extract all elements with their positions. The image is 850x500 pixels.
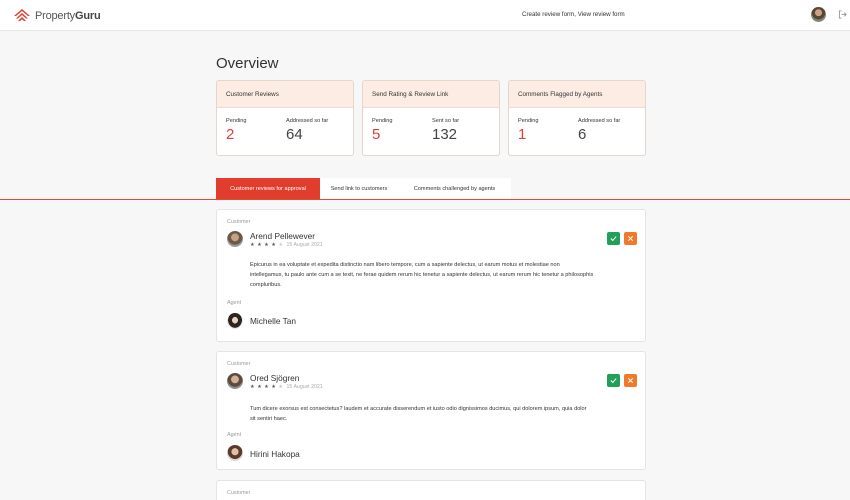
- agent-avatar: [227, 445, 243, 461]
- stat-value: 2: [226, 126, 235, 143]
- star-rating: ★ ★ ★ ★ ★ 15 August 2021: [250, 384, 323, 390]
- customer-label: Customer: [227, 490, 251, 496]
- tab-challenged-comments[interactable]: Comments challenged by agents: [398, 178, 511, 199]
- card-title: Comments Flagged by Agents: [509, 81, 645, 108]
- stat-label: Pending: [372, 118, 393, 124]
- customer-reviews-card: Customer Reviews Pending 2 Addressed so …: [216, 80, 354, 156]
- stat-label: Sent so far: [432, 118, 460, 124]
- review-card: Customer Ored Sjögren ★ ★ ★ ★ ★ 15 August…: [216, 351, 646, 470]
- review-form-links[interactable]: Create review form, View review form: [522, 11, 625, 18]
- close-icon: [627, 235, 634, 242]
- review-date: 15 August 2021: [286, 242, 323, 248]
- star-rating: ★ ★ ★ ★ ★ 15 August 2021: [250, 242, 323, 248]
- close-icon: [627, 377, 634, 384]
- logout-icon[interactable]: [838, 10, 847, 19]
- stat-label: Pending: [226, 118, 247, 124]
- agent-label: Agent: [227, 300, 242, 306]
- reject-button[interactable]: [624, 374, 637, 387]
- stat-value: 6: [578, 126, 587, 143]
- agent-avatar: [227, 313, 243, 329]
- check-icon: [610, 378, 617, 384]
- reject-button[interactable]: [624, 232, 637, 245]
- customer-name: Ored Sjögren: [250, 373, 300, 383]
- card-title: Send Rating & Review Link: [363, 81, 499, 108]
- propertyguru-logo[interactable]: PropertyGuru: [13, 8, 101, 24]
- customer-label: Customer: [227, 361, 251, 367]
- customer-label: Customer: [227, 219, 251, 225]
- stat-label: Addressed so far: [578, 118, 621, 124]
- approve-button[interactable]: [607, 374, 620, 387]
- user-avatar[interactable]: [811, 7, 826, 22]
- approve-button[interactable]: [607, 232, 620, 245]
- stat-pending: Pending 5: [372, 118, 393, 143]
- agent-name: Hirini Hakopa: [250, 449, 300, 459]
- agent-name: Michelle Tan: [250, 316, 296, 326]
- stat-addressed: Addressed so far 6: [578, 118, 620, 143]
- customer-name: Arend Pellewever: [250, 231, 316, 241]
- stat-pending: Pending 2: [226, 118, 247, 143]
- review-text: Epicurus in ea voluptate et expedita dis…: [250, 262, 594, 288]
- page-title: Overview: [216, 55, 279, 72]
- stat-label: Pending: [518, 118, 539, 124]
- agent-label: Agent: [227, 432, 242, 438]
- review-date: 15 August 2021: [286, 384, 323, 390]
- tab-customer-reviews[interactable]: Customer reviews for approval: [216, 178, 320, 199]
- top-navigation-bar: PropertyGuru Create review form, View re…: [0, 0, 850, 31]
- stat-value: 64: [286, 126, 303, 143]
- stat-value: 132: [432, 126, 458, 143]
- customer-avatar: [227, 373, 243, 389]
- review-card: Customer: [216, 480, 646, 500]
- stat-pending: Pending 1: [518, 118, 539, 143]
- stat-addressed: Addressed so far 64: [286, 118, 328, 143]
- propertyguru-logo-icon: [14, 9, 30, 21]
- flagged-comments-card: Comments Flagged by Agents Pending 1 Add…: [508, 80, 646, 156]
- send-link-card: Send Rating & Review Link Pending 5 Sent…: [362, 80, 500, 156]
- stat-sent: Sent so far 132: [432, 118, 459, 143]
- tabs-underline: [0, 199, 850, 200]
- stat-value: 5: [372, 126, 381, 143]
- stat-value: 1: [518, 126, 527, 143]
- logo-text: PropertyGuru: [35, 10, 101, 22]
- card-title: Customer Reviews: [217, 81, 353, 108]
- review-text: Tum dicere exorsus est consectetus? laud…: [250, 406, 587, 422]
- stat-label: Addressed so far: [286, 118, 329, 124]
- check-icon: [610, 236, 617, 242]
- review-card: Customer Arend Pellewever ★ ★ ★ ★ ★ 15 Au…: [216, 209, 646, 342]
- tab-send-link[interactable]: Send link to customers: [320, 178, 398, 199]
- customer-avatar: [227, 231, 243, 247]
